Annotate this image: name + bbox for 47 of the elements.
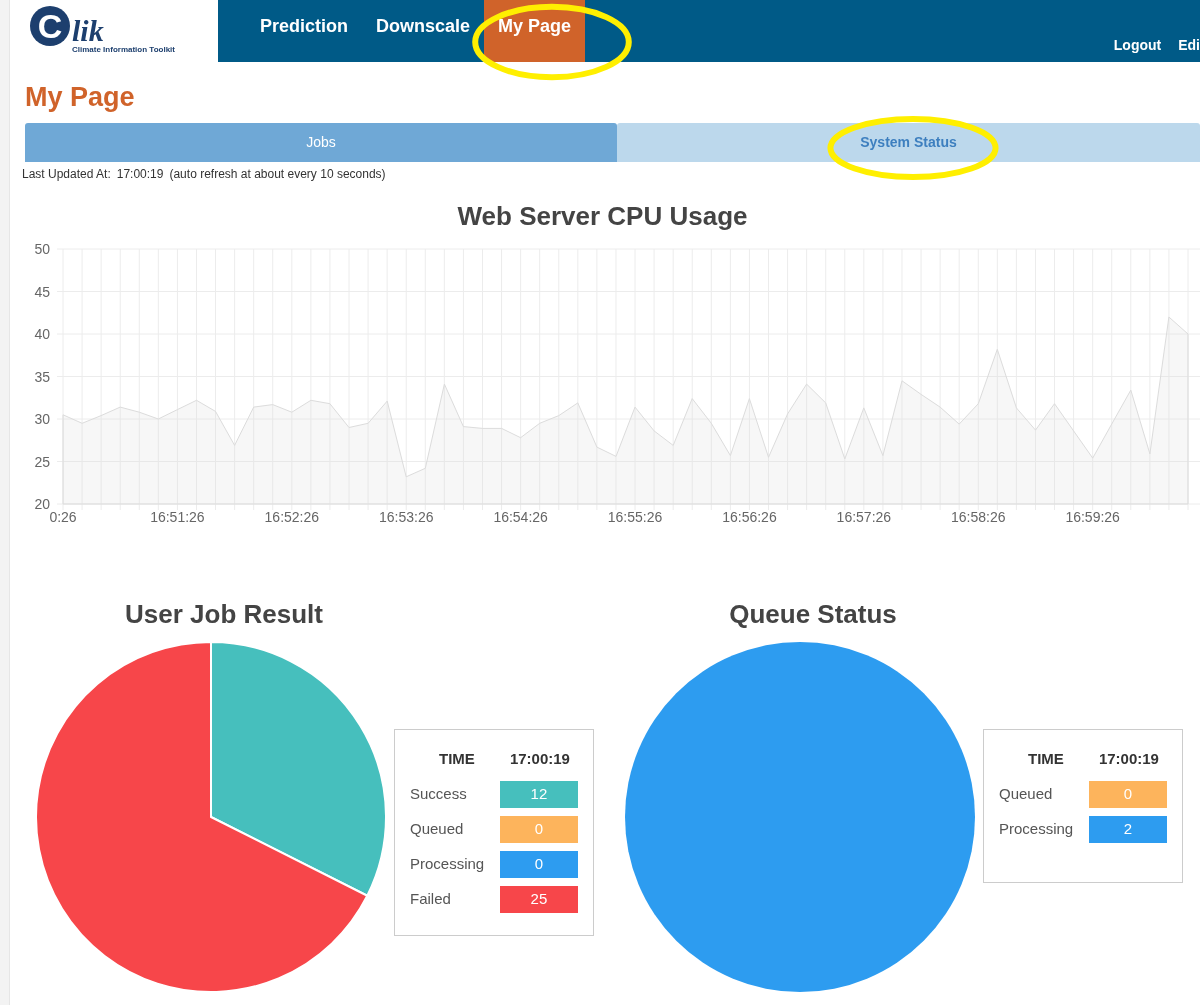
y-tick-label: 25	[34, 453, 50, 470]
x-tick-label: 16:54:26	[493, 509, 548, 525]
logo-initial: C	[30, 6, 70, 46]
legend-value: 0	[1088, 780, 1167, 808]
chart-title: User Job Result	[124, 598, 323, 630]
legend-label: Processing	[999, 818, 1075, 839]
legend-value: 0	[499, 850, 578, 878]
x-tick-label: 16:59:26	[1065, 509, 1120, 525]
x-tick-label: 0:26	[49, 509, 77, 525]
last-updated-time: 17:00:19	[116, 166, 164, 182]
legend-header: TIME	[438, 749, 476, 769]
nav-item[interactable]: Downscale	[362, 0, 485, 62]
legend-time: 17:00:19	[1097, 749, 1160, 769]
y-tick-label: 45	[34, 283, 50, 300]
legend-label: Failed	[410, 888, 452, 909]
chart-title: Web Server CPU Usage	[456, 200, 749, 232]
legend-value: 25	[499, 885, 578, 913]
legend-label: Queued	[410, 818, 465, 839]
x-tick-label: 16:58:26	[951, 509, 1006, 525]
y-tick-label: 35	[34, 368, 50, 385]
x-tick-label: 16:53:26	[378, 509, 434, 525]
chart-title: Queue Status	[728, 598, 897, 630]
y-tick-label: 50	[34, 241, 50, 257]
legend-label: Success	[410, 783, 468, 804]
legend-header: TIME	[1027, 749, 1065, 769]
legend-label: Processing	[410, 853, 486, 874]
page-title: My Page	[25, 81, 136, 114]
last-updated-label: Last Updated At:	[22, 166, 111, 182]
user-link[interactable]: Logout	[1113, 35, 1162, 56]
user-link[interactable]: Edi	[1178, 35, 1200, 56]
legend-value: 12	[499, 780, 578, 808]
legend-value: 2	[1088, 815, 1167, 843]
logo-text: lik	[72, 16, 104, 46]
y-tick-label: 40	[34, 326, 50, 342]
legend-value: 0	[499, 815, 578, 843]
x-tick-label: 16:52:26	[264, 509, 320, 525]
refresh-note: (auto refresh at about every 10 seconds)	[169, 166, 386, 182]
x-tick-label: 16:55:26	[607, 509, 663, 525]
logo-tagline: Climate Information Toolkit	[72, 44, 175, 56]
x-tick-label: 16:51:26	[150, 509, 205, 525]
x-tick-label: 16:56:26	[722, 509, 777, 525]
legend-time: 17:00:19	[508, 749, 571, 769]
y-tick-label: 30	[34, 411, 50, 427]
x-tick-label: 16:57:26	[836, 509, 892, 525]
y-tick-label: 20	[34, 496, 50, 512]
nav-item[interactable]: Prediction	[246, 0, 362, 62]
legend-label: Queued	[999, 783, 1054, 804]
